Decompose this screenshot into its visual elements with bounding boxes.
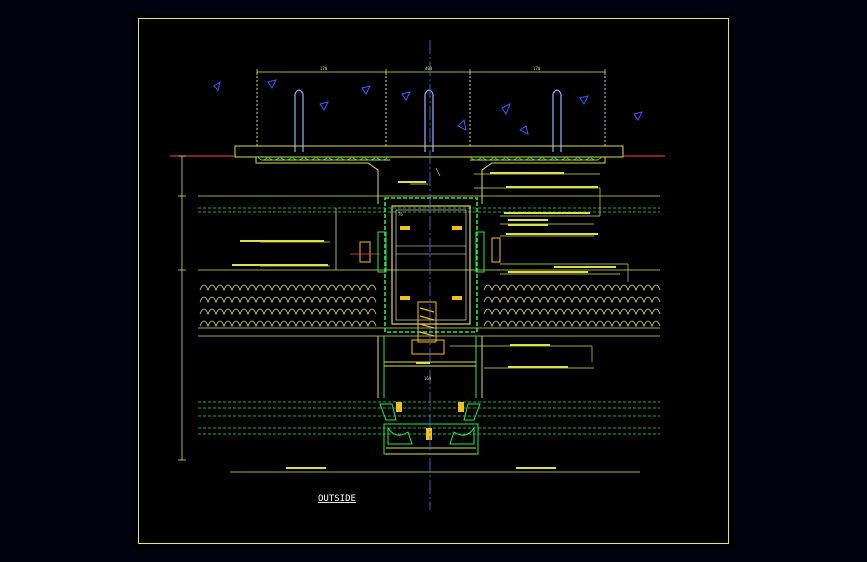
dim-mid-b: 160	[424, 376, 432, 381]
dim-top-right: 170	[533, 66, 541, 71]
dim-mid-a: 76	[398, 212, 403, 217]
embed-plate	[255, 157, 606, 204]
cad-drawing: 170 400 170 76 160 OUTSIDE	[170, 40, 665, 510]
anchor-rods	[294, 89, 562, 152]
dim-top-left: 170	[320, 66, 328, 71]
concrete-hatch	[213, 79, 643, 135]
concrete-slab	[234, 72, 624, 158]
steel-box-section	[384, 197, 478, 333]
outside-label: OUTSIDE	[318, 494, 356, 504]
left-dimension	[178, 155, 337, 461]
dim-top-mid: 400	[425, 66, 433, 71]
glass-pockets	[377, 231, 485, 455]
